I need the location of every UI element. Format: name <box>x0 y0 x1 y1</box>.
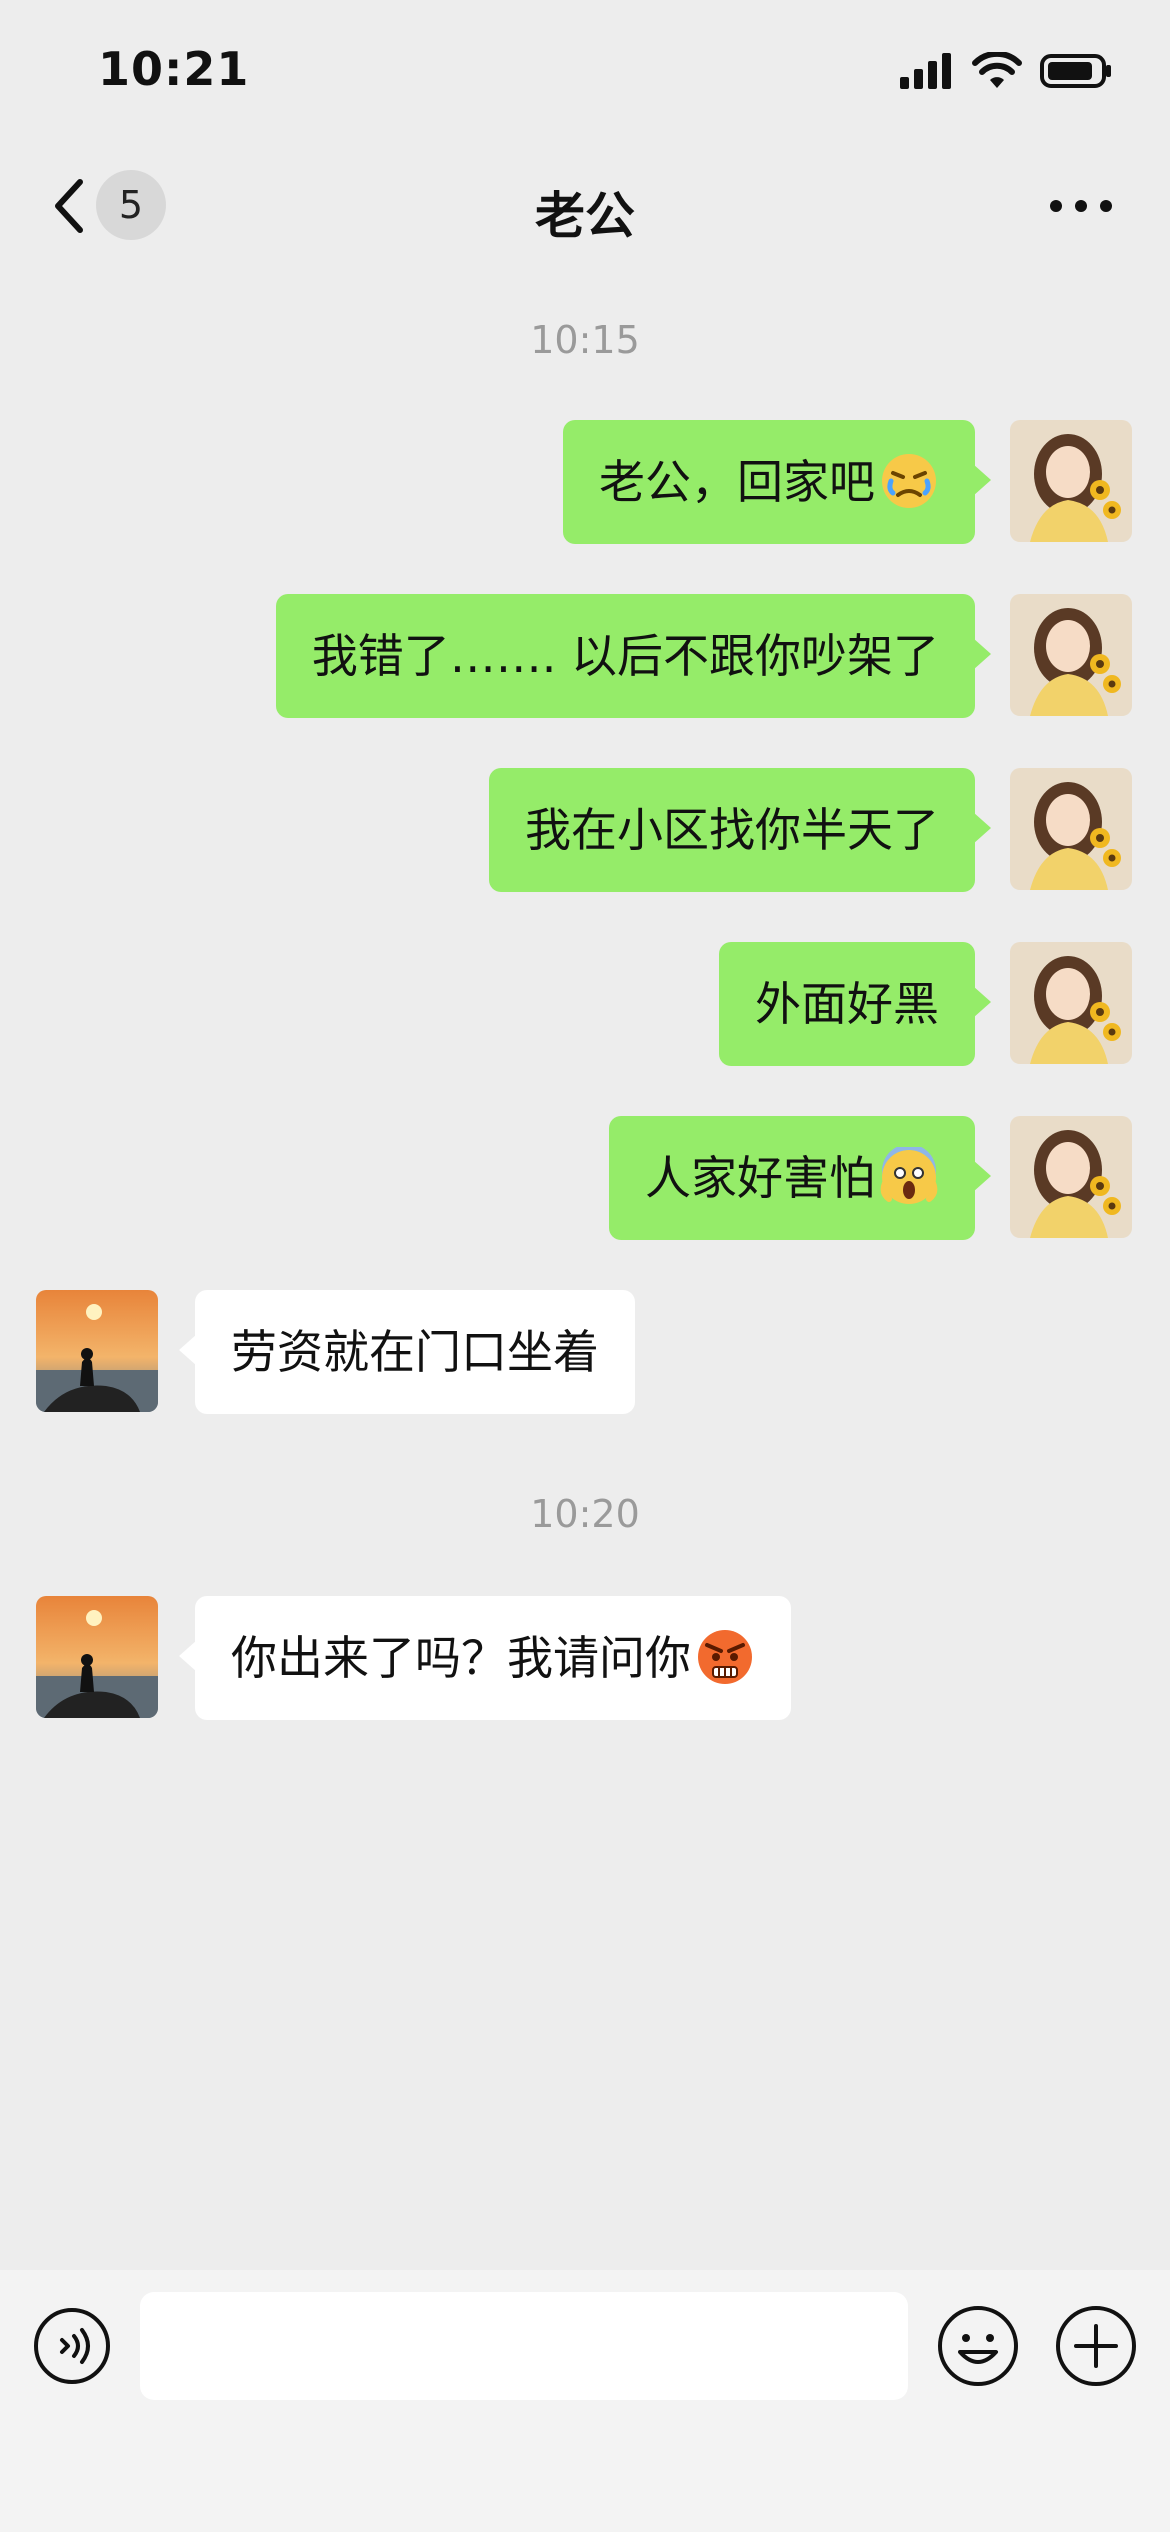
message-row: 你出来了吗？我请问你 <box>0 1596 1170 1720</box>
nav-bar: 5 老公 <box>0 150 1170 260</box>
contact-avatar[interactable] <box>36 1290 158 1412</box>
message-bubble[interactable]: 我在小区找你半天了 <box>489 768 991 892</box>
chat-title: 老公 <box>535 187 635 245</box>
my-avatar[interactable] <box>1010 420 1132 542</box>
message-text: 我在小区找你半天了 <box>525 803 939 857</box>
ellipsis-icon[interactable] <box>1046 186 1116 226</box>
message-text: 人家好害怕 <box>645 1151 875 1205</box>
message-text: 我错了……. 以后不跟你吵架了 <box>311 629 939 683</box>
screaming-face-icon <box>880 1146 938 1204</box>
message-bubble[interactable]: 外面好黑 <box>719 942 991 1066</box>
message-input[interactable] <box>140 2292 908 2400</box>
battery-icon <box>1040 54 1111 88</box>
my-avatar[interactable] <box>1010 768 1132 890</box>
message-row: 我在小区找你半天了 <box>0 768 1170 892</box>
message-bubble[interactable]: 劳资就在门口坐着 <box>179 1290 635 1414</box>
message-bubble[interactable]: 人家好害怕 <box>609 1116 991 1240</box>
angry-face-icon <box>698 1629 752 1684</box>
crying-face-icon <box>882 453 936 508</box>
message-bubble[interactable]: 你出来了吗？我请问你 <box>179 1596 791 1720</box>
message-bubble[interactable]: 我错了……. 以后不跟你吵架了 <box>275 594 992 718</box>
bottom-safe-area <box>0 2430 1170 2532</box>
voice-icon[interactable] <box>32 2306 112 2386</box>
timestamp: 10:15 <box>530 318 640 362</box>
input-bar <box>0 2270 1170 2430</box>
message-row: 老公，回家吧 <box>0 420 1170 544</box>
message-text: 老公，回家吧 <box>599 455 875 509</box>
message-text: 劳资就在门口坐着 <box>231 1325 599 1379</box>
message-row: 外面好黑 <box>0 942 1170 1066</box>
contact-avatar[interactable] <box>36 1596 158 1718</box>
message-row: 人家好害怕 <box>0 1116 1170 1240</box>
status-bar: 10:21 <box>0 0 1170 140</box>
message-row: 我错了……. 以后不跟你吵架了 <box>0 594 1170 718</box>
plus-icon[interactable] <box>1054 2304 1138 2388</box>
message-row: 劳资就在门口坐着 <box>0 1290 1170 1414</box>
message-text: 你出来了吗？我请问你 <box>231 1631 691 1685</box>
message-bubble[interactable]: 老公，回家吧 <box>563 420 991 544</box>
my-avatar[interactable] <box>1010 942 1132 1064</box>
my-avatar[interactable] <box>1010 1116 1132 1238</box>
signal-icon <box>900 53 951 89</box>
smiley-icon[interactable] <box>936 2304 1020 2388</box>
status-time: 10:21 <box>98 42 250 96</box>
timestamp: 10:20 <box>530 1492 640 1536</box>
wifi-icon <box>972 52 1022 88</box>
my-avatar[interactable] <box>1010 594 1132 716</box>
message-text: 外面好黑 <box>755 977 939 1031</box>
